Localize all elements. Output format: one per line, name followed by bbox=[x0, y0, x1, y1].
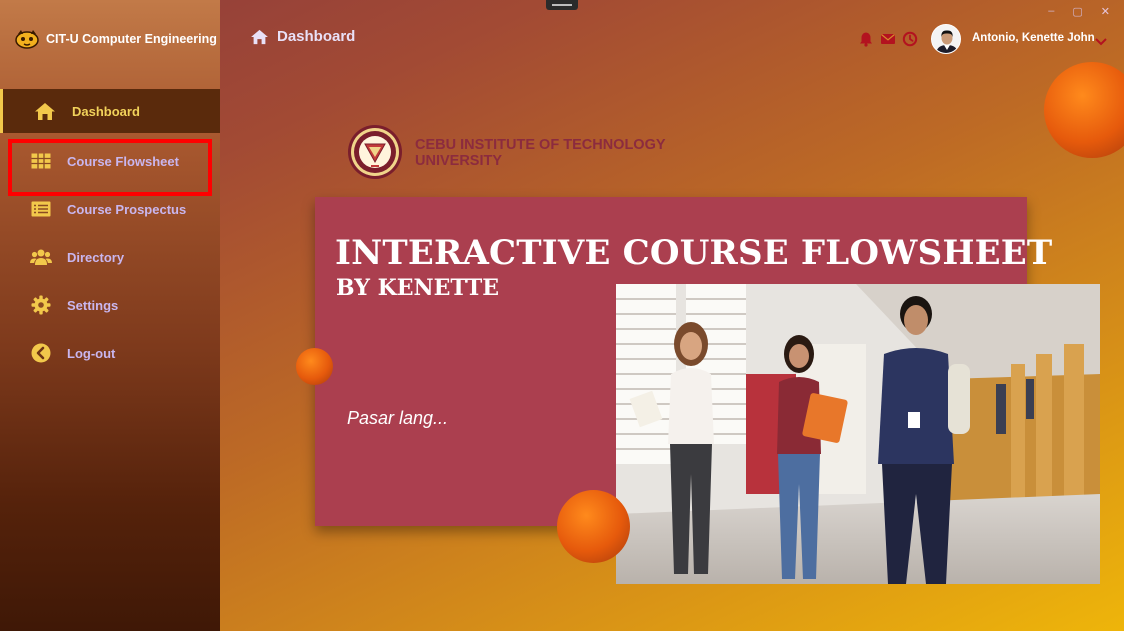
header-icons bbox=[858, 31, 918, 52]
app-window: CIT-U Computer Engineering Dashboard Cou… bbox=[0, 0, 1124, 631]
hero-title: INTERACTIVE COURSE FLOWSHEET bbox=[335, 233, 1053, 273]
university-seal-logo bbox=[347, 124, 403, 180]
maximize-button[interactable]: ▢ bbox=[1072, 5, 1082, 18]
chevron-down-icon[interactable] bbox=[1095, 33, 1107, 51]
sidebar-item-label: Log-out bbox=[67, 345, 116, 361]
sidebar-item-label: Settings bbox=[67, 297, 119, 313]
students-photo bbox=[616, 284, 1100, 584]
page-title: Dashboard bbox=[250, 28, 355, 45]
chevron-left-circle-icon bbox=[30, 343, 52, 363]
sidebar-item-label: Course Flowsheet bbox=[67, 153, 179, 169]
list-icon bbox=[30, 199, 52, 219]
wildcat-logo-icon bbox=[14, 29, 40, 49]
sidebar: CIT-U Computer Engineering Dashboard Cou… bbox=[0, 0, 220, 631]
app-title: CIT-U Computer Engineering bbox=[46, 32, 217, 46]
sidebar-item-label: Course Prospectus bbox=[67, 201, 187, 217]
sidebar-item-course-flowsheet[interactable]: Course Flowsheet bbox=[0, 137, 220, 185]
hero-tagline: Pasar lang... bbox=[347, 408, 449, 428]
sidebar-item-label: Dashboard bbox=[72, 103, 140, 119]
sidebar-header: CIT-U Computer Engineering bbox=[0, 0, 220, 78]
minimize-button[interactable]: – bbox=[1048, 5, 1054, 18]
sidebar-item-label: Directory bbox=[67, 249, 125, 265]
home-icon bbox=[250, 29, 269, 45]
sidebar-item-settings[interactable]: Settings bbox=[0, 281, 220, 329]
university-name-line2: UNIVERSITY bbox=[415, 153, 503, 169]
decorative-orb bbox=[296, 348, 333, 385]
users-icon bbox=[30, 247, 52, 267]
sidebar-item-directory[interactable]: Directory bbox=[0, 233, 220, 281]
university-name: CEBU INSTITUTE OF TECHNOLOGY UNIVERSITY bbox=[415, 137, 666, 169]
hero-subtitle: BY KENETTE bbox=[336, 275, 500, 301]
decorative-orb bbox=[1044, 62, 1124, 158]
window-controls: – ▢ ✕ bbox=[1048, 5, 1110, 18]
decorative-orb bbox=[557, 490, 630, 563]
gear-icon bbox=[30, 295, 52, 315]
sidebar-nav: Dashboard Course Flowsheet Course Prospe… bbox=[0, 89, 220, 377]
sidebar-item-logout[interactable]: Log-out bbox=[0, 329, 220, 377]
window-drag-handle[interactable] bbox=[546, 0, 578, 10]
table-icon bbox=[30, 151, 52, 171]
sidebar-item-course-prospectus[interactable]: Course Prospectus bbox=[0, 185, 220, 233]
home-icon bbox=[34, 101, 56, 121]
sidebar-item-dashboard[interactable]: Dashboard bbox=[0, 89, 220, 133]
envelope-icon[interactable] bbox=[880, 31, 896, 52]
avatar[interactable] bbox=[931, 24, 961, 54]
university-name-line1: CEBU INSTITUTE OF TECHNOLOGY bbox=[415, 137, 666, 153]
bell-icon[interactable] bbox=[858, 31, 874, 52]
close-button[interactable]: ✕ bbox=[1101, 5, 1110, 18]
user-name[interactable]: Antonio, Kenette John bbox=[972, 32, 1095, 44]
clock-icon[interactable] bbox=[902, 31, 918, 52]
page-title-text: Dashboard bbox=[277, 28, 356, 45]
